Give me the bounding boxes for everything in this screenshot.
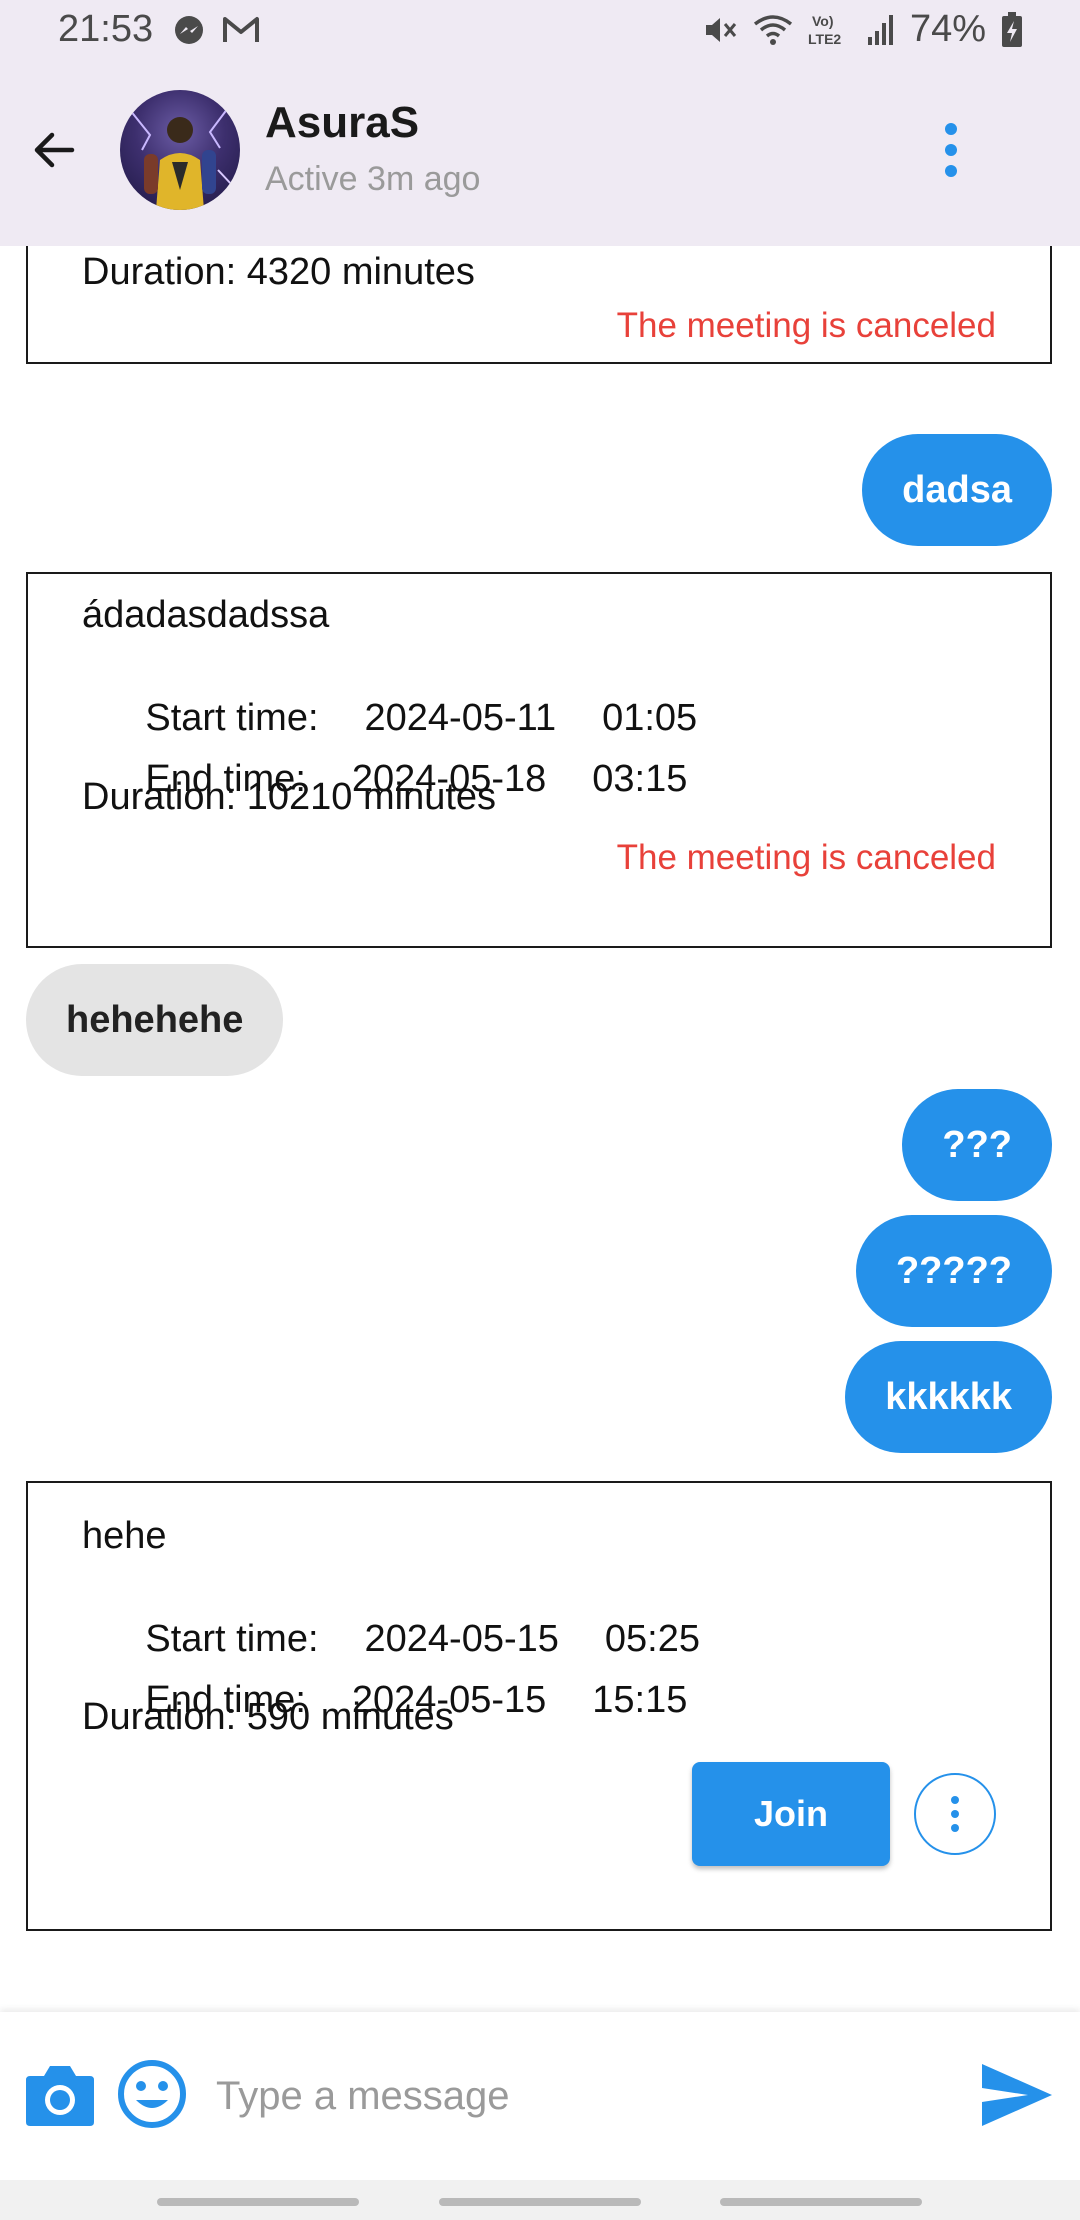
end-time: 15:15: [592, 1679, 688, 1721]
outgoing-message[interactable]: kkkkkk: [845, 1341, 1052, 1453]
join-meeting-button[interactable]: Join: [692, 1762, 890, 1866]
nav-home-button[interactable]: [439, 2198, 641, 2206]
message-input[interactable]: [216, 2048, 916, 2144]
camera-icon: [26, 2066, 94, 2126]
mute-icon: [705, 17, 737, 42]
back-button[interactable]: [22, 118, 86, 182]
status-icons: Vo) LTE2 74%: [702, 8, 1024, 51]
meeting-duration: Duration: 590 minutes: [82, 1696, 454, 1738]
meeting-duration: Duration: 4320 minutes: [82, 251, 475, 293]
volte-lte2-icon: Vo) LTE2: [808, 13, 841, 47]
more-vertical-icon: [951, 1796, 959, 1832]
wifi-icon: [753, 14, 793, 45]
svg-text:Vo): Vo): [812, 13, 834, 29]
meeting-duration: Duration: 10210 minutes: [82, 776, 497, 818]
more-vertical-icon: [945, 123, 957, 177]
app-top-bar: 21:53 Vo) LTE2 74% AsuraS Active 3m ago: [0, 0, 1080, 246]
send-button[interactable]: [978, 2060, 1054, 2130]
signal-icon: [867, 14, 893, 45]
outgoing-message[interactable]: ???: [902, 1089, 1052, 1201]
meeting-canceled-status: The meeting is canceled: [616, 306, 996, 345]
message-input-bar: [0, 2012, 1080, 2180]
meeting-card: Duration: 4320 minutes The meeting is ca…: [26, 246, 1052, 364]
send-icon: [982, 2064, 1052, 2126]
back-arrow-icon: [34, 132, 75, 168]
emoji-icon: [118, 2060, 186, 2128]
nav-back-button[interactable]: [720, 2198, 922, 2206]
incoming-message[interactable]: hehehehe: [26, 964, 284, 1076]
meeting-title: hehe: [82, 1515, 167, 1557]
status-bar: 21:53 Vo) LTE2 74%: [0, 0, 1080, 62]
meeting-title: ádadasdadssa: [82, 594, 330, 636]
system-nav-bar: [0, 2180, 1080, 2220]
contact-name: AsuraS: [265, 98, 420, 147]
header-more-button[interactable]: [930, 117, 972, 183]
avatar-image: [129, 107, 233, 210]
outgoing-message[interactable]: dadsa: [862, 434, 1052, 546]
svg-text:LTE2: LTE2: [808, 31, 841, 47]
meeting-card: hehe Start time: 2024-05-15 05:25 End time…: [26, 1481, 1052, 1931]
chat-header: AsuraS Active 3m ago: [0, 62, 1080, 246]
emoji-button[interactable]: [116, 2058, 188, 2130]
contact-active-status: Active 3m ago: [265, 160, 481, 198]
camera-button[interactable]: [24, 2062, 96, 2128]
battery-percent: 74%: [909, 8, 986, 50]
outgoing-message[interactable]: ?????: [855, 1215, 1052, 1327]
meeting-canceled-status: The meeting is canceled: [616, 838, 996, 877]
battery-charging-icon: [1002, 11, 1022, 47]
gmail-icon: [223, 17, 259, 42]
meeting-card: ádadasdadssa Start time: 2024-05-11 01:05 …: [26, 572, 1052, 948]
meeting-more-button[interactable]: [914, 1773, 996, 1855]
avatar[interactable]: [120, 90, 240, 210]
status-time: 21:53: [58, 8, 154, 50]
nav-recents-button[interactable]: [157, 2198, 359, 2206]
end-time: 03:15: [592, 758, 688, 800]
chat-messages[interactable]: Duration: 4320 minutes The meeting is ca…: [0, 246, 1080, 2012]
messenger-icon: [175, 16, 203, 44]
